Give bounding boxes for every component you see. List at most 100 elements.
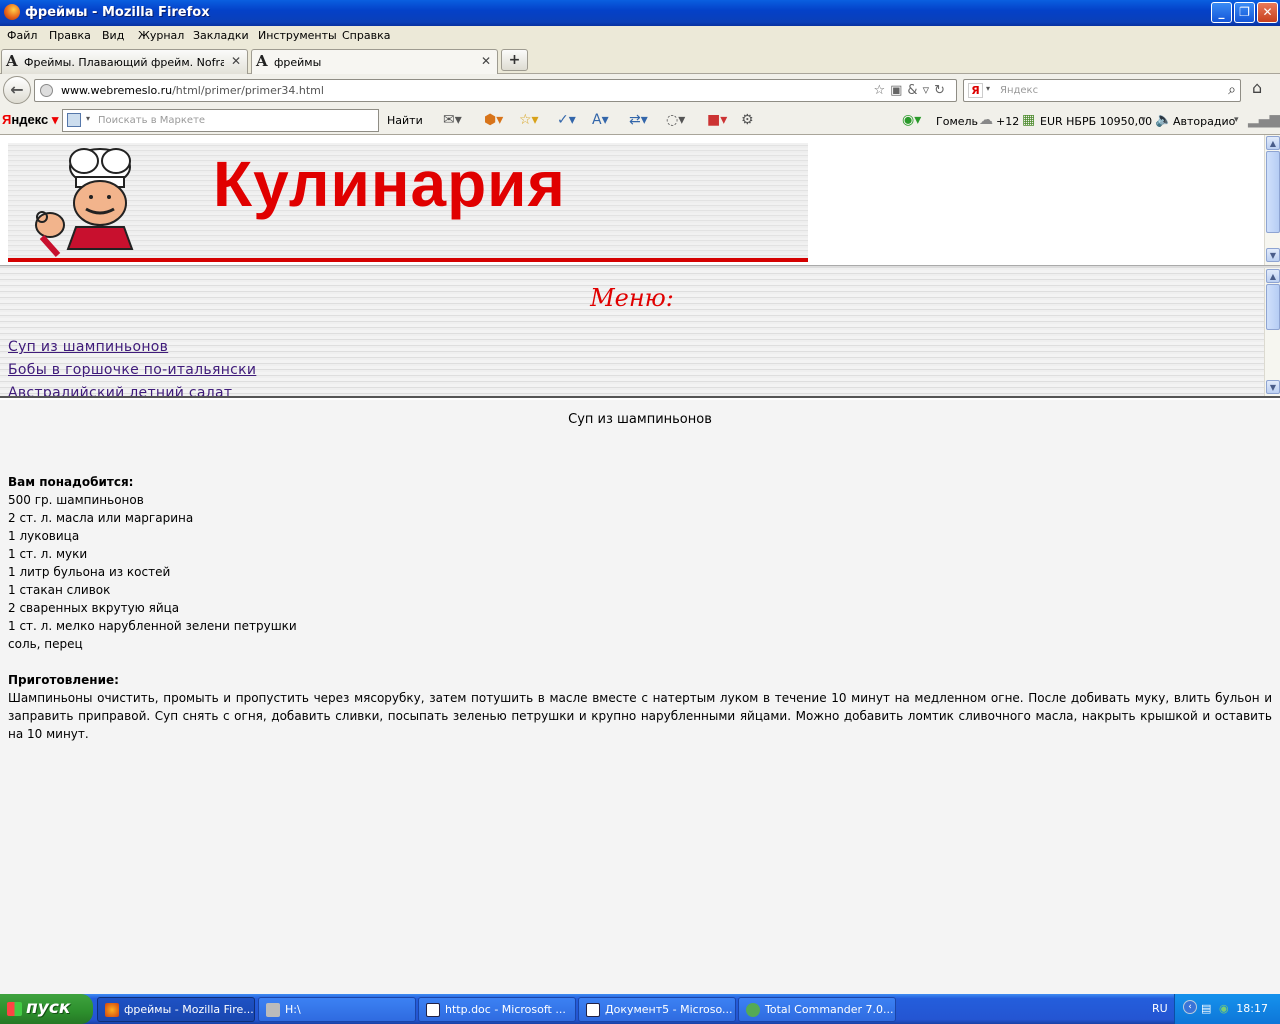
banner: Кулинария	[8, 143, 808, 262]
address-bar[interactable]: www.webremeslo.ru/html/primer/primer34.h…	[34, 79, 957, 102]
task-word-doc5[interactable]: Документ5 - Microso...	[578, 997, 736, 1022]
yandex-logo[interactable]: Яндекс ▾	[2, 112, 58, 128]
scroll-down-icon[interactable]: ▼	[1266, 248, 1280, 262]
header-frame: Кулинария ▲ ▼	[0, 135, 1280, 265]
chart-icon: ▦	[1022, 112, 1036, 128]
ingredients-label: Вам понадобится:	[8, 475, 134, 489]
tab-label: фреймы	[274, 56, 322, 69]
scroll-thumb[interactable]	[1266, 151, 1280, 233]
find-button[interactable]: Найти	[387, 114, 423, 127]
apps-icon[interactable]: ■▾	[707, 112, 727, 128]
favorites-star-icon[interactable]: ☆▾	[519, 112, 539, 128]
chevron-down-icon[interactable]: ▾	[1141, 115, 1146, 125]
menu-help[interactable]: Справка	[342, 29, 390, 42]
radio-station[interactable]: Авторадио	[1173, 115, 1235, 128]
maximize-icon[interactable]: ❐	[1234, 2, 1255, 23]
menu-file[interactable]: Файл	[7, 29, 37, 42]
url-text: www.webremeslo.ru/html/primer/primer34.h…	[61, 84, 324, 97]
menu-link-mushroom-soup[interactable]: Суп из шампиньонов	[8, 339, 168, 355]
minimize-icon[interactable]: _	[1211, 2, 1232, 23]
page-favicon-icon: A	[256, 52, 268, 70]
task-total-commander[interactable]: Total Commander 7.0...	[738, 997, 896, 1022]
menu-bar: Файл Правка Вид Журнал Закладки Инструме…	[0, 26, 1280, 46]
location-icon[interactable]: ◉▾	[902, 112, 921, 128]
recipe-title: Суп из шампиньонов	[568, 412, 712, 427]
spellcheck-icon[interactable]: ✓▾	[557, 112, 576, 128]
tab-close-icon[interactable]: ✕	[231, 54, 241, 68]
translate-icon[interactable]: ⇄▾	[629, 112, 648, 128]
recipe-frame: Суп из шампиньонов Вам понадобится: 500 …	[0, 400, 1280, 994]
start-button[interactable]: пуск	[0, 994, 93, 1024]
reload-icon[interactable]: ↻	[934, 83, 950, 98]
gear-icon[interactable]: ⚙	[741, 112, 754, 128]
language-indicator[interactable]: RU	[1152, 1002, 1168, 1015]
signal-icon: ▂▄▆	[1248, 112, 1280, 128]
market-search-input[interactable]: ▾ Поискать в Маркете	[62, 109, 379, 132]
tab-frames[interactable]: A фреймы ✕	[251, 49, 498, 75]
new-tab-button[interactable]: +	[501, 49, 528, 71]
security-icon[interactable]: ◉	[1219, 1002, 1229, 1015]
chevron-down-icon[interactable]: ▾	[986, 84, 990, 93]
firefox-icon	[105, 1003, 119, 1017]
yandex-engine-icon[interactable]: Я	[968, 83, 983, 98]
menu-tools[interactable]: Инструменты	[258, 29, 337, 42]
back-icon[interactable]: ←	[3, 76, 31, 104]
dropdown-icon[interactable]: ▿	[923, 83, 935, 98]
search-box[interactable]: Я ▾ Яндекс ⌕	[963, 79, 1241, 102]
address-actions: ☆▣&▿↻	[873, 83, 950, 98]
menu-edit[interactable]: Правка	[49, 29, 91, 42]
speaker-icon[interactable]: 🔈	[1155, 112, 1172, 128]
search-placeholder: Яндекс	[1000, 85, 1039, 96]
comment-icon[interactable]: ◌▾	[666, 112, 685, 128]
menu-link-beans[interactable]: Бобы в горшочке по-итальянски	[8, 362, 256, 378]
mail-icon[interactable]: ✉▾	[443, 112, 462, 128]
menu-bookmarks[interactable]: Закладки	[193, 29, 249, 42]
task-word-http[interactable]: http.doc - Microsoft ...	[418, 997, 576, 1022]
page-content: Кулинария ▲ ▼ Меню: Суп из шампиньонов Б…	[0, 135, 1280, 994]
ingredient-item: 500 гр. шампиньонов	[8, 493, 144, 507]
word-icon	[426, 1003, 440, 1017]
banner-title: Кулинария	[213, 148, 566, 220]
page-favicon-icon: A	[6, 52, 18, 70]
task-firefox[interactable]: фреймы - Mozilla Fire...	[97, 997, 255, 1022]
header-frame-scrollbar[interactable]: ▲ ▼	[1264, 135, 1280, 265]
weather-temp[interactable]: +12	[996, 115, 1019, 128]
chevron-down-icon[interactable]: ▾	[86, 114, 90, 123]
translate-icon[interactable]: ▣	[890, 83, 907, 98]
start-label: пуск	[26, 998, 71, 1018]
tab-frames-floating[interactable]: A Фреймы. Плавающий фрейм. Noframes... ✕	[1, 49, 248, 74]
yandex-toolbar: Яндекс ▾ ▾ Поискать в Маркете Найти ✉▾ ⬢…	[0, 106, 1280, 135]
network-icon[interactable]: ▤	[1201, 1002, 1211, 1015]
task-drive-h[interactable]: H:\	[258, 997, 416, 1022]
bookmarks-icon[interactable]: ⬢▾	[484, 112, 503, 128]
windows-flag-icon	[7, 1002, 22, 1016]
star-icon[interactable]: ☆	[873, 83, 890, 98]
menu-history[interactable]: Журнал	[138, 29, 184, 42]
currency-rate[interactable]: EUR НБРБ 10950,00	[1040, 115, 1152, 128]
ingredient-item: 2 сваренных вкрутую яйца	[8, 601, 180, 615]
weather-city[interactable]: Гомель	[936, 115, 978, 128]
ampersand-icon[interactable]: &	[907, 83, 922, 98]
cloud-icon: ☁	[979, 112, 993, 128]
scroll-up-icon[interactable]: ▲	[1266, 269, 1280, 283]
tray-expand-icon[interactable]: ‹	[1183, 1000, 1197, 1014]
scroll-thumb[interactable]	[1266, 284, 1280, 330]
system-tray: ‹ ▤ ◉ 18:17	[1174, 994, 1280, 1024]
navigation-bar: ← www.webremeslo.ru/html/primer/primer34…	[0, 74, 1280, 106]
search-icon[interactable]: ⌕	[1228, 82, 1236, 98]
dictionary-icon[interactable]: A▾	[592, 112, 609, 128]
ingredient-item: 1 луковица	[8, 529, 80, 543]
tab-close-icon[interactable]: ✕	[481, 54, 491, 68]
menu-frame-scrollbar[interactable]: ▲ ▼	[1264, 268, 1280, 396]
close-icon[interactable]: ✕	[1257, 2, 1278, 23]
recipe-body: Вам понадобится: 500 гр. шампиньонов 2 с…	[8, 473, 1272, 743]
menu-view[interactable]: Вид	[102, 29, 124, 42]
menu-frame: Меню: Суп из шампиньонов Бобы в горшочке…	[0, 268, 1280, 398]
home-icon[interactable]: ⌂	[1252, 78, 1262, 97]
menu-link-salad[interactable]: Австралийский летний салат	[8, 385, 232, 396]
chevron-down-icon[interactable]: ▾	[1234, 115, 1239, 125]
ingredient-item: 2 ст. л. масла или маргарина	[8, 511, 194, 525]
scroll-down-icon[interactable]: ▼	[1266, 380, 1280, 394]
scroll-up-icon[interactable]: ▲	[1266, 136, 1280, 150]
drive-icon	[266, 1003, 280, 1017]
